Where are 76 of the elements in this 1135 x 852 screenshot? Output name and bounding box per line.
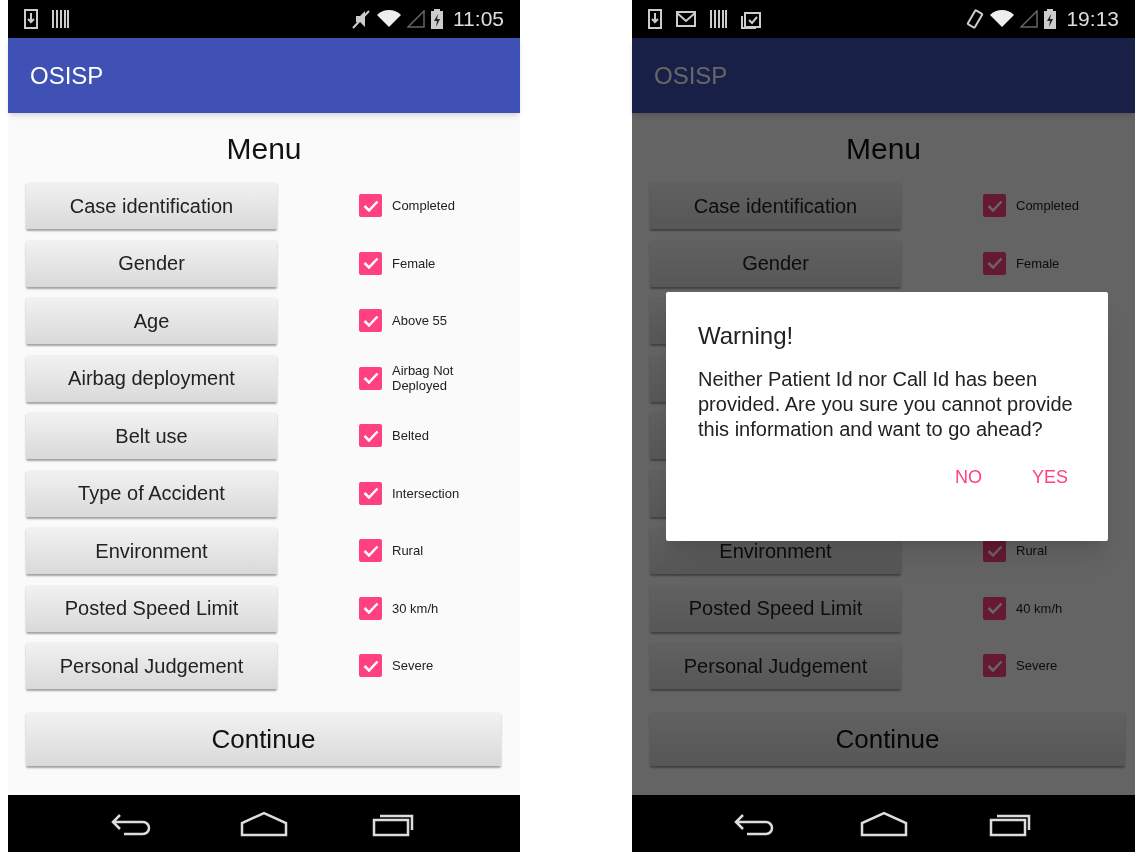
status-label: Intersection — [392, 485, 461, 501]
app-title: OSISP — [30, 60, 104, 91]
continue-button[interactable]: Continue — [26, 712, 501, 766]
check-icon — [362, 257, 379, 269]
home-icon[interactable] — [240, 810, 288, 837]
signal-icon — [1020, 10, 1039, 28]
status-label: Female — [392, 255, 437, 271]
check-icon — [986, 257, 1003, 269]
check-icon — [362, 372, 379, 384]
wifi-icon — [990, 10, 1015, 28]
home-icon[interactable] — [859, 810, 908, 837]
menu-button[interactable]: Belt use — [26, 412, 277, 459]
clock-time: 11:05 — [453, 6, 504, 33]
status-label: Severe — [1016, 658, 1059, 673]
status-label: Rural — [392, 543, 425, 558]
battery-icon — [431, 9, 443, 29]
status-label: Rural — [1016, 543, 1049, 558]
dialog-title: Warning! — [698, 321, 795, 351]
status-label: 30 km/h — [392, 600, 440, 616]
check-icon — [362, 544, 379, 557]
check-icon — [986, 602, 1003, 614]
menu-button[interactable]: Environment — [26, 527, 277, 574]
check-icon — [362, 487, 379, 499]
status-label: Female — [1016, 255, 1061, 271]
check-icon — [986, 199, 1003, 212]
vertical-bars-icon — [52, 9, 69, 29]
checkbox[interactable] — [983, 654, 1006, 677]
wifi-icon — [377, 10, 401, 28]
check-icon — [986, 659, 1003, 672]
menu-button[interactable]: Posted Speed Limit — [26, 584, 277, 632]
menu-button[interactable]: Personal Judgement — [26, 642, 277, 689]
battery-icon — [1044, 9, 1057, 29]
checkbox[interactable] — [359, 194, 382, 217]
menu-heading: Menu — [225, 130, 303, 167]
check-icon — [362, 314, 379, 327]
checkbox[interactable] — [983, 596, 1006, 620]
check-icon — [362, 429, 379, 442]
status-label: Completed — [1016, 198, 1080, 213]
status-label: Completed — [392, 198, 456, 213]
check-icon — [986, 544, 1003, 557]
menu-button[interactable]: Airbag deployment — [26, 354, 277, 402]
status-label: Above 55 — [392, 313, 448, 328]
download-icon — [24, 9, 38, 29]
status-label: Belted — [392, 428, 430, 443]
checkbox[interactable] — [983, 251, 1006, 275]
status-label: Severe — [392, 658, 435, 673]
vertical-bars-icon — [710, 9, 727, 29]
clipboard-icon — [741, 9, 761, 29]
mail-icon — [676, 11, 696, 27]
signal-icon — [407, 10, 425, 28]
muted-speaker-icon — [351, 9, 371, 29]
menu-button[interactable]: Case identification — [26, 182, 277, 229]
dialog-message: Neither Patient Id nor Call Id has been provided. Are you sure you cannot provide this information and want to go ahead? — [698, 367, 1074, 442]
checkbox[interactable] — [359, 424, 382, 447]
status-label: 40 km/h — [1016, 600, 1064, 616]
checkbox[interactable] — [359, 481, 382, 505]
clock-time: 19:13 — [1066, 6, 1119, 33]
status-label: Airbag Not Deployed — [392, 363, 455, 393]
check-icon — [362, 602, 379, 614]
app-title: OSISP — [654, 60, 728, 91]
checkbox[interactable] — [359, 596, 382, 620]
checkbox[interactable] — [983, 539, 1006, 562]
menu-button[interactable]: Type of Accident — [26, 469, 277, 517]
menu-button[interactable]: Age — [26, 297, 277, 344]
download-icon — [648, 9, 662, 29]
checkbox[interactable] — [983, 194, 1006, 217]
vibrating-phone-icon — [966, 9, 985, 29]
checkbox[interactable] — [359, 309, 382, 332]
checkbox[interactable] — [359, 539, 382, 562]
checkbox[interactable] — [359, 366, 382, 390]
menu-button[interactable]: Gender — [26, 239, 277, 287]
menu-heading: Menu — [844, 130, 922, 167]
check-icon — [362, 659, 379, 672]
check-icon — [362, 199, 379, 212]
checkbox[interactable] — [359, 654, 382, 677]
checkbox[interactable] — [359, 251, 382, 275]
